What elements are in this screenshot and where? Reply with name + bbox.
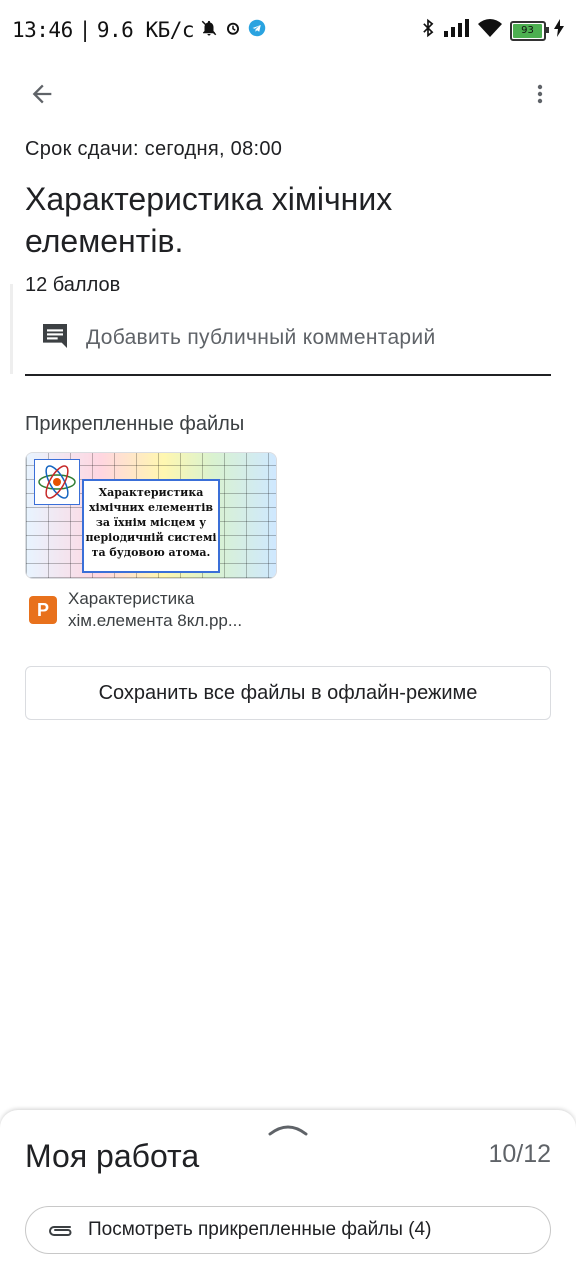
attachment-thumbnail[interactable]: Характеристика хімічних елементів за їхн… (25, 452, 277, 579)
more-options-button[interactable] (522, 76, 558, 112)
public-comment-field[interactable]: Добавить публичный комментарий (25, 308, 551, 376)
attachments-heading: Прикрепленные файлы (25, 413, 245, 435)
comment-placeholder: Добавить публичный комментарий (86, 326, 436, 349)
bluetooth-icon (420, 18, 436, 43)
telegram-icon (248, 18, 266, 42)
view-files-label: Посмотреть прикрепленные файлы (4) (88, 1219, 432, 1240)
my-work-title: Моя работа (25, 1138, 200, 1174)
due-date: Срок сдачи: сегодня, 08:00 (25, 138, 283, 160)
paperclip-icon (46, 1218, 74, 1247)
status-time: 13:46 (12, 18, 73, 42)
charging-icon (554, 19, 564, 42)
file-name-line2: хім.елемента 8кл.pp... (68, 611, 243, 630)
file-name: Характеристика хім.елемента 8кл.pp... (68, 588, 283, 632)
bell-off-icon (200, 18, 218, 42)
battery-icon: 93 (510, 20, 549, 41)
more-vert-icon (537, 84, 543, 104)
powerpoint-file-icon: P (29, 596, 57, 624)
status-separator: | (78, 18, 92, 42)
wifi-icon (478, 19, 502, 42)
my-work-sheet: Моя работа 10/12 Посмотреть прикрепленны… (0, 1110, 576, 1280)
top-app-bar (0, 64, 576, 120)
scroll-indicator (10, 284, 13, 374)
assignment-points: 12 баллов (25, 274, 121, 296)
status-right: 93 (420, 18, 564, 43)
assignment-title: Характеристика хімічних елементів. (25, 181, 393, 259)
thumbnail-caption: Характеристика хімічних елементів за їхн… (82, 479, 220, 573)
expand-handle-icon[interactable] (268, 1122, 308, 1143)
status-speed: 9.6 КБ/с (96, 18, 195, 42)
alarm-icon (224, 18, 242, 42)
view-attached-files-button[interactable]: Посмотреть прикрепленные файлы (4) (25, 1206, 551, 1254)
attachment-file[interactable]: P Характеристика хім.елемента 8кл.pp... (25, 588, 285, 636)
atom-icon (34, 459, 80, 505)
back-button[interactable] (24, 76, 60, 112)
save-offline-button[interactable]: Сохранить все файлы в офлайн-режиме (25, 666, 551, 720)
signal-icon (444, 19, 470, 42)
status-bar: 13:46 | 9.6 КБ/с 93 (0, 0, 576, 64)
file-name-line1: Характеристика (68, 589, 195, 608)
status-left: 13:46 | 9.6 КБ/с (12, 18, 266, 42)
comment-icon (39, 320, 71, 357)
battery-level: 93 (513, 23, 542, 38)
arrow-back-icon (32, 84, 52, 104)
grade-score: 10/12 (488, 1140, 551, 1168)
